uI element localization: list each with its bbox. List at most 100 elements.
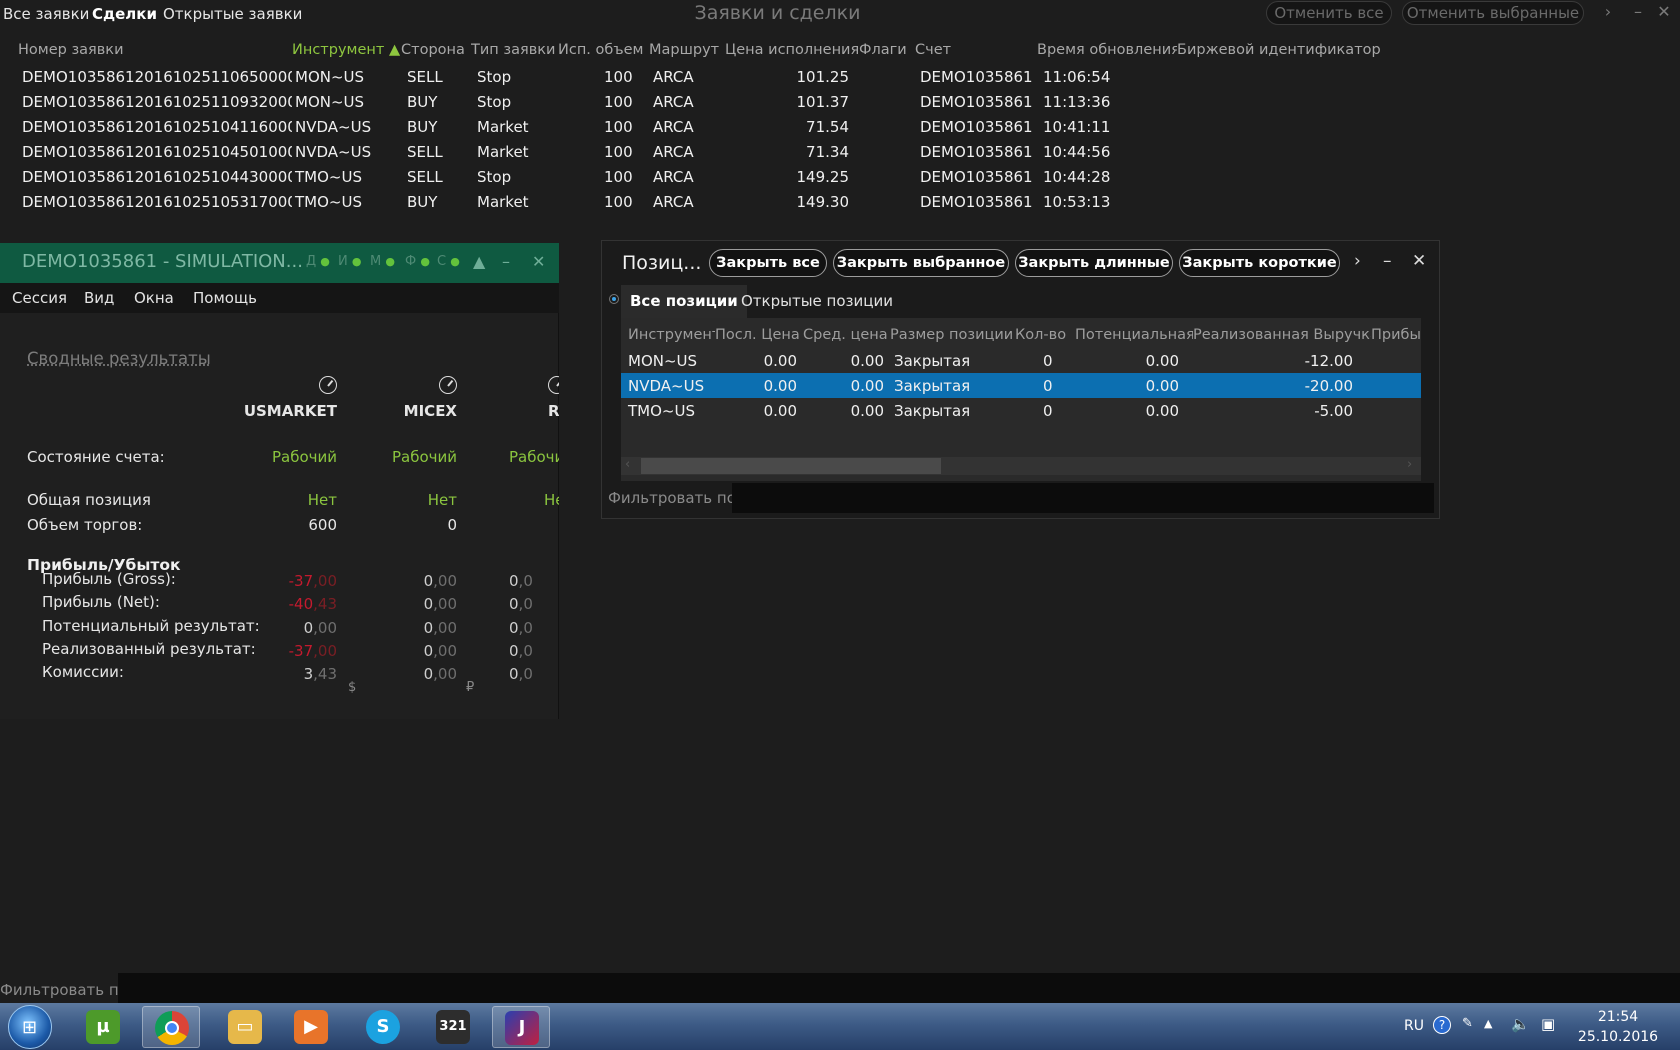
total-position-usmarket: Нет [307, 491, 337, 509]
pnl-value-int: 0 [423, 595, 434, 613]
taskbar-explorer[interactable]: ▭ [216, 1006, 274, 1048]
col-flags[interactable]: Флаги [859, 36, 915, 64]
cancel-all-button[interactable]: Отменить все [1266, 1, 1392, 25]
order-row[interactable]: DEMO103586120161025110932000013MON~US BUY… [0, 89, 1680, 114]
taskbar-trading-terminal[interactable]: J [492, 1006, 550, 1048]
account-titlebar[interactable]: DEMO1035861 - SIMULATION... Д ● И ● М ● … [0, 243, 559, 283]
position-last-price-cell: 0.00 [763, 401, 797, 420]
taskbar-media-player-classic[interactable]: 321 [424, 1006, 482, 1048]
order-row[interactable]: DEMO103586120161025105317000009TMO~US BUY… [0, 189, 1680, 214]
order-row[interactable]: DEMO103586120161025104116000002NVDA~US BU… [0, 114, 1680, 139]
col-avg-price[interactable]: Сред. цена [803, 322, 890, 348]
col-update-time[interactable]: Время обновления [1037, 36, 1177, 64]
summary-results-link[interactable]: Сводные результаты [27, 349, 211, 368]
chevron-right-icon[interactable]: › [1596, 2, 1620, 21]
taskbar-media-player[interactable]: ▶ [282, 1006, 340, 1048]
order-row[interactable]: DEMO103586120161025104430000005TMO~US SEL… [0, 164, 1680, 189]
position-row[interactable]: MON~US 0.00 0.00 Закрытая 0 0.00 -12.00 [621, 348, 1421, 373]
menu-session[interactable]: Сессия [12, 289, 67, 307]
menu-help[interactable]: Помощь [193, 289, 257, 307]
order-exec-price-cell: 149.30 [796, 192, 850, 211]
pnl-value: 0,00 [237, 619, 337, 637]
chevron-right-icon[interactable]: › [1354, 251, 1361, 271]
pnl-row-label: Прибыль (Net): [42, 593, 160, 611]
help-icon[interactable]: ? [1433, 1016, 1451, 1034]
position-row[interactable]: TMO~US 0.00 0.00 Закрытая 0 0.00 -5.00 [621, 398, 1421, 423]
order-order-type-cell: Market [477, 117, 529, 136]
col-filled-volume[interactable]: Исп. объем [558, 36, 649, 64]
col-instrument[interactable]: Инструмент ▲ [292, 36, 401, 64]
link-radio-icon[interactable] [609, 294, 619, 304]
col-position-size[interactable]: Размер позиции [890, 322, 1015, 348]
start-button[interactable]: ⊞ [8, 1005, 52, 1049]
taskbar-utorrent[interactable]: µ [74, 1006, 132, 1048]
col-realized-revenue[interactable]: Реализованная Выручка [1193, 322, 1371, 348]
position-row[interactable]: NVDA~US 0.00 0.00 Закрытая 0 0.00 -20.00 [621, 373, 1421, 398]
minimize-icon[interactable]: – [1383, 251, 1392, 271]
order-row[interactable]: DEMO10358612016102511065000010 MON~US SELL… [0, 64, 1680, 89]
scroll-right-icon[interactable]: › [1407, 457, 1412, 472]
close-icon[interactable]: ✕ [1652, 2, 1676, 21]
minimize-icon[interactable]: – [1626, 2, 1650, 21]
col-quantity[interactable]: Кол-во [1015, 322, 1075, 348]
tab-all-positions[interactable]: Все позиции [621, 285, 747, 318]
col-potential[interactable]: Потенциальная [1075, 322, 1193, 348]
col-exec-price[interactable]: Цена исполнения [725, 36, 859, 64]
chrome-icon [155, 1011, 189, 1045]
gauge-icon [548, 376, 559, 394]
close-long-button[interactable]: Закрыть длинные [1015, 249, 1173, 277]
pnl-value-int: -40 [288, 595, 314, 613]
position-quantity-cell: 0 [1043, 351, 1053, 370]
close-short-button[interactable]: Закрыть короткие [1179, 249, 1340, 277]
clock-time[interactable]: 21:54 [1588, 1009, 1648, 1025]
taskbar-skype[interactable]: S [354, 1006, 412, 1048]
col-order-type[interactable]: Тип заявки [471, 36, 558, 64]
menu-windows[interactable]: Окна [134, 289, 174, 307]
order-account-cell: DEMO1035861 [920, 167, 1033, 186]
col-instrument[interactable]: Инструмент [621, 322, 715, 348]
col-exchange-id[interactable]: Биржевой идентификатор [1177, 36, 1680, 64]
taskbar-chrome[interactable] [142, 1006, 200, 1048]
order-row[interactable]: DEMO103586120161025104501000008NVDA~US SE… [0, 139, 1680, 164]
col-route[interactable]: Маршрут [649, 36, 725, 64]
col-last-price[interactable]: Посл. Цена [715, 322, 803, 348]
clock-date[interactable]: 25.10.2016 [1572, 1029, 1664, 1045]
order-side-cell: BUY [407, 192, 438, 211]
horizontal-scrollbar[interactable]: ‹ › [621, 457, 1421, 475]
col-side[interactable]: Сторона [401, 36, 471, 64]
minimize-icon[interactable]: – [502, 252, 510, 271]
orders-filter-label: Фильтровать по [0, 981, 128, 999]
col-profit[interactable]: Прибыль [1371, 322, 1421, 348]
show-hidden-icons-icon[interactable]: ▲ [1484, 1017, 1492, 1030]
market-rts: RTS [477, 376, 559, 420]
order-account-cell: DEMO1035861 [920, 142, 1033, 161]
pnl-value-frac: ,00 [433, 572, 457, 590]
position-profit-cell [1371, 398, 1421, 423]
orders-filter-input[interactable] [118, 973, 1680, 1003]
language-indicator[interactable]: RU [1404, 1018, 1424, 1034]
close-selected-button[interactable]: Закрыть выбранное [833, 249, 1009, 277]
pnl-value-int: -37 [288, 572, 314, 590]
col-order-number[interactable]: Номер заявки [0, 36, 292, 64]
tab-open-positions[interactable]: Открытые позиции [732, 285, 902, 318]
pnl-row-label: Прибыль (Gross): [42, 570, 176, 588]
pnl-value-int: 0 [303, 619, 314, 637]
network-icon[interactable]: ▣ [1541, 1015, 1555, 1033]
volume-icon[interactable]: 🔈 [1511, 1015, 1530, 1033]
indicator-f: Ф ● [405, 254, 430, 269]
close-icon[interactable]: ✕ [1412, 251, 1426, 271]
positions-filter-label: Фильтровать по [608, 489, 736, 507]
col-account[interactable]: Счет [915, 36, 1037, 64]
collapse-icon[interactable]: ▲ [473, 252, 485, 271]
close-icon[interactable]: ✕ [532, 252, 545, 271]
menu-view[interactable]: Вид [84, 289, 114, 307]
positions-filter-input[interactable] [732, 483, 1434, 513]
scroll-left-icon[interactable]: ‹ [625, 457, 630, 472]
close-all-button[interactable]: Закрыть все [709, 249, 827, 277]
positions-table: Инструмент Посл. Цена Сред. цена Размер … [621, 322, 1421, 423]
pen-icon[interactable]: ✎ [1462, 1016, 1473, 1031]
cancel-selected-button[interactable]: Отменить выбранные [1402, 1, 1584, 25]
order-exec-price-cell: 71.54 [806, 117, 849, 136]
pnl-value-frac: ,00 [313, 619, 337, 637]
scrollbar-thumb[interactable] [641, 458, 941, 474]
